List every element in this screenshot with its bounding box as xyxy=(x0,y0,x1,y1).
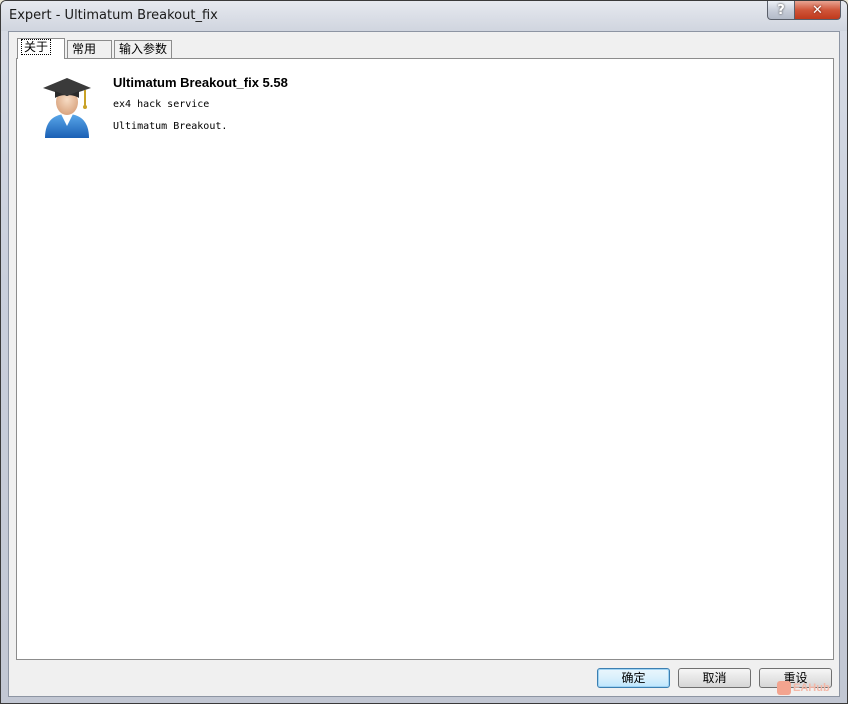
about-panel: Ultimatum Breakout_fix 5.58 ex4 hack ser… xyxy=(16,58,834,660)
tab-common-label: 常用 xyxy=(72,42,97,56)
watermark-text: EAHub xyxy=(793,682,830,694)
dialog-client-area: 关于 常用 输入参数 Ultimatum Breakout_fix 5.58 e… xyxy=(8,31,840,697)
tab-inputs-label: 输入参数 xyxy=(119,42,168,56)
eahub-logo-icon xyxy=(777,681,791,695)
title-bar[interactable]: Expert - Ultimatum Breakout_fix ? ✕ xyxy=(1,1,847,31)
ok-button[interactable]: 确定 xyxy=(597,668,670,688)
tab-about[interactable]: 关于 xyxy=(17,38,65,59)
expert-description: Ultimatum Breakout. xyxy=(113,121,228,132)
tab-common[interactable]: 常用 xyxy=(67,40,112,58)
expert-dialog-window: Expert - Ultimatum Breakout_fix ? ✕ 关于 常… xyxy=(0,0,848,704)
close-icon: ✕ xyxy=(812,2,823,18)
help-icon: ? xyxy=(777,2,785,18)
expert-name: Ultimatum Breakout_fix 5.58 xyxy=(113,75,288,90)
expert-copyright: ex4 hack service xyxy=(113,99,210,110)
watermark: EAHub xyxy=(777,681,830,695)
expert-graduate-icon xyxy=(43,78,91,138)
help-button[interactable]: ? xyxy=(767,1,795,20)
tab-inputs[interactable]: 输入参数 xyxy=(114,40,172,58)
close-button[interactable]: ✕ xyxy=(794,1,841,20)
tab-about-label: 关于 xyxy=(20,39,52,55)
window-title: Expert - Ultimatum Breakout_fix xyxy=(9,8,218,23)
cancel-button[interactable]: 取消 xyxy=(678,668,751,688)
